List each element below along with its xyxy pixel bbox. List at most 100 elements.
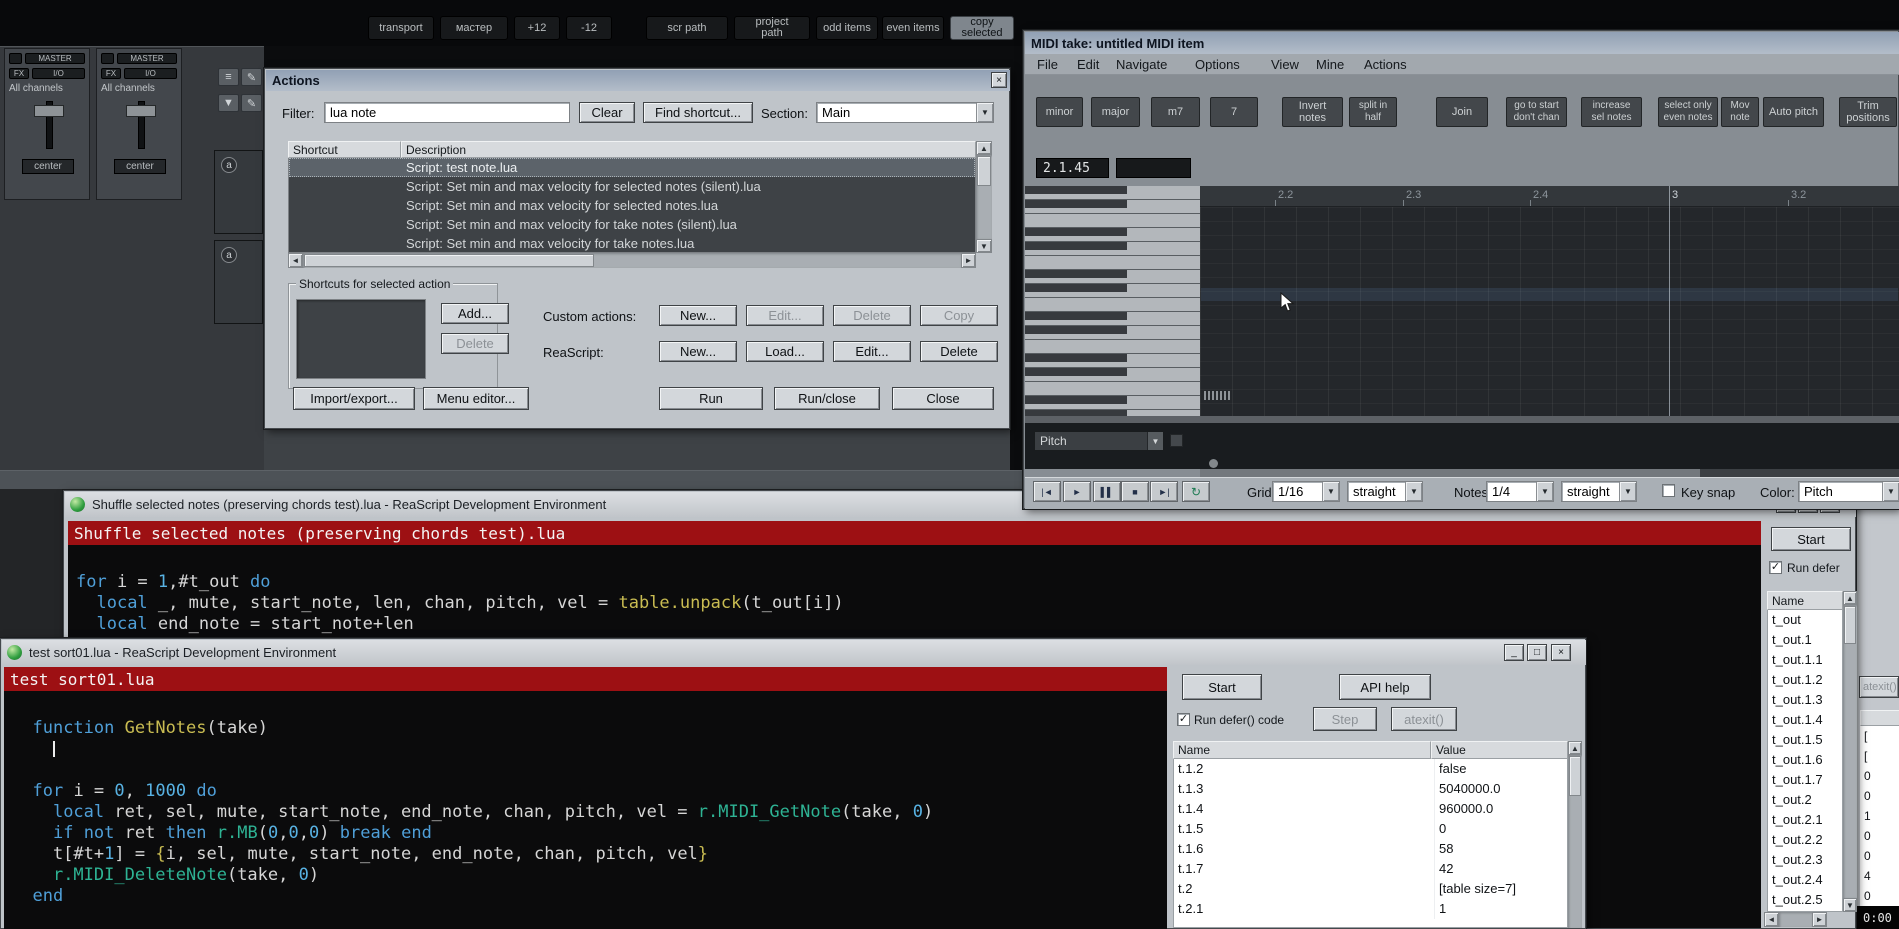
atexit-button[interactable]: atexit() [1391,707,1457,731]
scroll-down-icon[interactable]: ▼ [1843,898,1857,912]
notes-size-select[interactable]: 1/4 ▼ [1486,481,1554,502]
chevron-down-icon[interactable]: ▼ [1147,432,1163,450]
value-column-header[interactable] [1860,710,1899,726]
list-item[interactable]: t_out.1.3 [1768,690,1842,710]
reascript-delete-button[interactable]: Delete [920,341,998,362]
actions-titlebar[interactable]: Actions [266,70,1010,91]
midi-tool-select-only-even-notes[interactable]: select only even notes [1658,97,1718,127]
action-row[interactable]: Script: Set min and max velocity for tak… [289,215,975,234]
name-column-header[interactable]: Name [1173,741,1431,759]
table-row[interactable]: t.1.7 42 [1174,859,1567,879]
scrollbar-thumb[interactable] [1844,606,1856,644]
color-mode-select[interactable]: Pitch ▼ [1798,481,1899,502]
scroll-left-icon[interactable]: ◄ [288,253,303,268]
midi-tool-minor[interactable]: minor [1036,97,1083,127]
menu-mine[interactable]: Mine [1316,57,1344,72]
scroll-down-icon[interactable]: ▼ [976,239,992,253]
scrollbar-thumb[interactable] [304,254,594,267]
table-row[interactable]: t.1.3 5040000.0 [1174,779,1567,799]
fx-enable-icon[interactable] [101,53,114,64]
list-item[interactable]: 4 [1860,866,1899,886]
grid-size-select[interactable]: 1/16 ▼ [1272,481,1340,502]
list-item[interactable]: t_out.2.2 [1768,830,1842,850]
pan-value[interactable]: center [114,159,166,174]
scroll-up-icon[interactable]: ▲ [1843,591,1857,605]
action-row[interactable]: Script: Set min and max velocity for sel… [289,177,975,196]
shortcut-list[interactable] [296,299,426,379]
action-row-selected[interactable]: Script: test note.lua [289,158,975,177]
menu-editor-button[interactable]: Menu editor... [423,387,529,410]
toolbar-button-copy-selected[interactable]: copy selected [950,16,1014,40]
run-defer-checkbox[interactable]: ✓ [1177,713,1190,726]
toolbar-button-odd-items[interactable]: odd items [816,16,878,40]
run-close-button[interactable]: Run/close [774,387,880,410]
chevron-down-icon[interactable]: ▼ [1405,482,1422,501]
custom-new-button[interactable]: New... [659,305,737,326]
action-row[interactable]: Script: Set min and max velocity for tak… [289,234,975,252]
value-column-header[interactable]: Value [1431,741,1568,759]
fx-enable-icon[interactable] [9,53,22,64]
table-row[interactable]: t.1.2 false [1174,759,1567,779]
midi-tool-m7[interactable]: m7 [1151,97,1200,127]
pencil-icon[interactable]: ✎ [241,94,262,112]
toolbar-button-minus12[interactable]: -12 [566,16,612,40]
scrollbar-thumb[interactable] [1200,469,1700,477]
pause-icon[interactable]: ▌▌ [1093,481,1121,502]
reascript-edit-button[interactable]: Edit... [833,341,911,362]
menu-view[interactable]: View [1271,57,1299,72]
master-button[interactable]: MASTER [25,53,85,64]
cc-lane-add-button[interactable] [1170,434,1183,447]
midi-tool-increase-sel-notes[interactable]: increase sel notes [1581,97,1642,127]
menu-actions[interactable]: Actions [1364,57,1407,72]
chevron-down-icon[interactable]: ▼ [1322,482,1339,501]
key-snap-checkbox[interactable] [1662,484,1675,497]
io-button[interactable]: I/O [124,68,177,79]
toolbar-button-transport[interactable]: transport [368,16,434,40]
fader-handle[interactable] [34,105,64,117]
table-row[interactable]: t.2 [table size=7] [1174,879,1567,899]
filter-input[interactable]: lua note [324,102,570,123]
table-row[interactable]: t.2.1 1 [1174,899,1567,919]
menu-edit[interactable]: Edit [1077,57,1099,72]
record-arm-icon[interactable]: a [221,247,237,263]
midi-tool-go-to-start[interactable]: go to start don't chan [1506,97,1567,127]
import-export-button[interactable]: Import/export... [293,387,415,410]
menu-options[interactable]: Options [1195,57,1240,72]
list-item[interactable]: t_out.1.4 [1768,710,1842,730]
toolbar-button-master[interactable]: мастер [440,16,508,40]
close-button[interactable]: Close [892,387,994,410]
table-row[interactable]: t.1.6 58 [1174,839,1567,859]
midi-tool-trim-positions[interactable]: Trim positions [1839,97,1897,127]
midi-tool-split-in-half[interactable]: split in half [1349,97,1397,127]
pan-value[interactable]: center [22,159,74,174]
list-item[interactable]: t_out.2.1 [1768,810,1842,830]
table-row[interactable]: t.1.5 0 [1174,819,1567,839]
step-button[interactable]: Step [1313,707,1377,731]
drag-handle[interactable] [1204,391,1230,400]
list-item[interactable]: t_out.1.7 [1768,770,1842,790]
clear-button[interactable]: Clear [579,102,635,123]
list-item[interactable]: t_out.2.4 [1768,870,1842,890]
toolbar-button-scr-path[interactable]: scr path [646,16,728,40]
scrollbar-track[interactable] [1779,912,1812,927]
notes-swing-select[interactable]: straight ▼ [1561,481,1637,502]
midi-tool-mov-note[interactable]: Mov note [1721,97,1759,127]
chevron-down-icon[interactable]: ▼ [1536,482,1553,501]
code-editor[interactable]: function GetNotes(take) for i = 0, 1000 … [4,691,1167,929]
column-header-shortcut[interactable]: Shortcut [288,141,401,158]
list-item[interactable]: t_out [1768,610,1842,630]
master-button[interactable]: MASTER [117,53,177,64]
column-header-description[interactable]: Description [401,141,976,158]
list-item[interactable]: t_out.2.3 [1768,850,1842,870]
chevron-down-icon[interactable]: ▼ [976,103,993,122]
track-panel[interactable]: a [214,240,263,324]
scroll-up-icon[interactable]: ▲ [976,141,992,155]
list-item[interactable]: 1 [1860,806,1899,826]
reascript-new-button[interactable]: New... [659,341,737,362]
list-item[interactable]: 0 [1860,826,1899,846]
midi-tool-join[interactable]: Join [1436,97,1488,127]
name-column-header[interactable]: Name [1767,591,1843,610]
run-button[interactable]: Run [659,387,763,410]
find-shortcut-button[interactable]: Find shortcut... [643,102,753,123]
reascript-load-button[interactable]: Load... [746,341,824,362]
